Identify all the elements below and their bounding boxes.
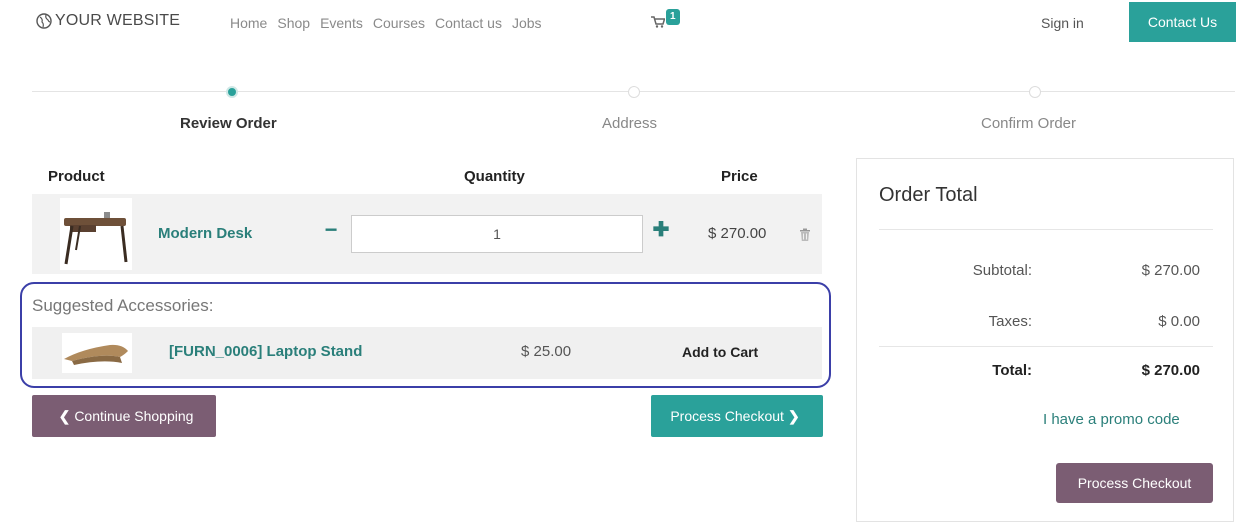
step-label-review-order: Review Order (180, 115, 277, 132)
accessory-price: $ 25.00 (521, 343, 572, 360)
product-price: $ 270.00 (708, 225, 767, 242)
cart-link[interactable]: 1 (651, 9, 680, 28)
shopping-cart-icon (651, 16, 665, 28)
brand-name: YOUR WEBSITE (55, 12, 181, 29)
menu-item-jobs[interactable]: Jobs (512, 15, 542, 31)
chevron-left-icon: ❮ (58, 407, 71, 424)
desk-icon (64, 212, 128, 265)
total-value: $ 270.00 (1141, 362, 1200, 379)
process-checkout-button[interactable]: Process Checkout ❯ (651, 395, 823, 437)
step-label-confirm-order: Confirm Order (981, 115, 1077, 132)
product-image (60, 198, 132, 270)
subtotal-label: Subtotal: (972, 262, 1032, 279)
chevron-right-icon: ❯ (787, 407, 800, 424)
add-to-cart-link[interactable]: Add to Cart (682, 344, 758, 360)
sidebar-process-checkout-button[interactable]: Process Checkout (1056, 463, 1213, 503)
product-name-link[interactable]: Modern Desk (158, 225, 252, 242)
step-dot-confirm-order (1029, 86, 1041, 98)
trash-icon[interactable] (799, 228, 811, 242)
total-label: Total: (992, 362, 1032, 379)
promo-code-link[interactable]: I have a promo code (1043, 411, 1180, 428)
continue-shopping-button[interactable]: ❮ Continue Shopping (32, 395, 216, 437)
taxes-label: Taxes: (988, 313, 1032, 330)
order-total-divider (879, 229, 1213, 230)
menu-item-courses[interactable]: Courses (373, 15, 425, 31)
step-dot-review-order (226, 86, 238, 98)
sign-in-link[interactable]: Sign in (1041, 15, 1084, 31)
menu-item-events[interactable]: Events (320, 15, 363, 31)
accessory-name-link[interactable]: [FURN_0006] Laptop Stand (169, 343, 362, 360)
process-checkout-label: Process Checkout (670, 408, 784, 424)
quantity-increase-button[interactable]: ✚ (652, 218, 670, 244)
quantity-input[interactable] (351, 215, 643, 253)
step-dot-address (628, 86, 640, 98)
menu-item-shop[interactable]: Shop (277, 15, 310, 31)
subtotal-value: $ 270.00 (1141, 262, 1200, 279)
brand-logo[interactable]: YOUR WEBSITE (36, 12, 180, 30)
cart-line-row: Modern Desk − ✚ $ 270.00 (32, 194, 822, 274)
navbar: YOUR WEBSITE Home Shop Events Courses Co… (0, 0, 1245, 46)
menu-item-home[interactable]: Home (230, 15, 267, 31)
main-menu: Home Shop Events Courses Contact us Jobs (230, 15, 542, 31)
globe-icon (36, 13, 52, 29)
header-quantity: Quantity (464, 168, 525, 185)
accessory-image (62, 333, 132, 373)
step-label-address: Address (602, 115, 658, 132)
cart-table-header: Product Quantity Price (32, 158, 822, 194)
menu-item-contact-us[interactable]: Contact us (435, 15, 502, 31)
header-product: Product (48, 168, 105, 185)
header-price: Price (721, 168, 758, 185)
total-divider (879, 346, 1213, 347)
contact-us-button[interactable]: Contact Us (1129, 2, 1236, 42)
quantity-decrease-button[interactable]: − (322, 218, 340, 244)
cart-count-badge: 1 (666, 9, 680, 25)
taxes-value: $ 0.00 (1158, 313, 1200, 330)
continue-shopping-label: Continue Shopping (74, 408, 194, 424)
order-total-title: Order Total (879, 184, 978, 206)
suggested-accessory-row: [FURN_0006] Laptop Stand $ 25.00 Add to … (32, 327, 822, 379)
laptop-stand-icon (64, 344, 128, 365)
suggested-accessories-title: Suggested Accessories: (32, 296, 214, 315)
